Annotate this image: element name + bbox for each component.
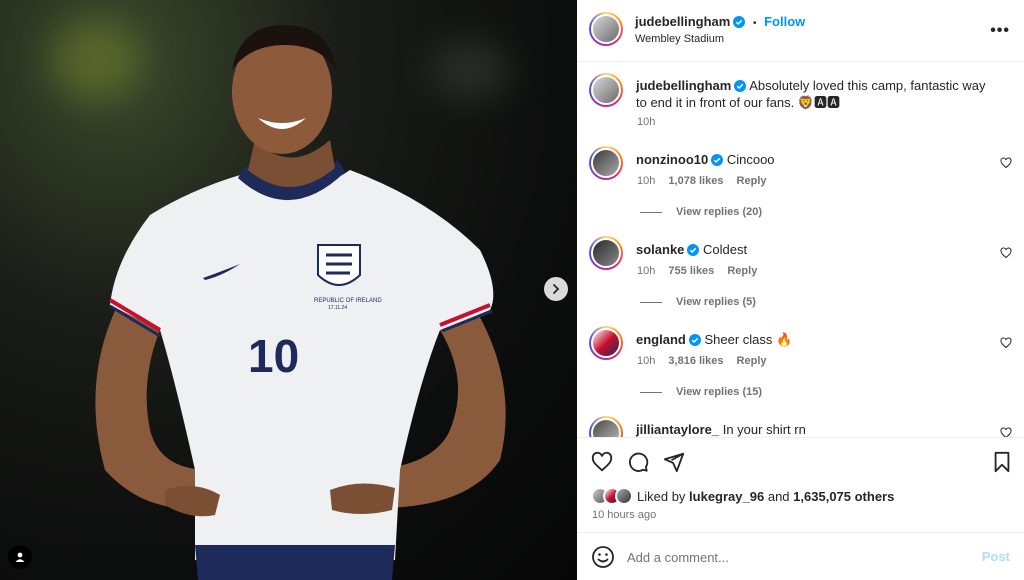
- player-photo: REPUBLIC OF IRELAND 17.11.24 10: [95, 25, 506, 580]
- comment-avatar[interactable]: [589, 416, 623, 437]
- post-comment-button[interactable]: Post: [982, 549, 1010, 564]
- comment-avatar[interactable]: [589, 326, 623, 360]
- comment-icon[interactable]: [627, 451, 649, 473]
- post-actions: Liked by lukegray_96 and 1,635,075 other…: [577, 437, 1024, 532]
- comment-text: Cincooo: [726, 152, 775, 167]
- liked-by-and: and: [767, 489, 790, 504]
- shorts: [195, 545, 395, 580]
- view-replies-label: View replies (20): [676, 206, 763, 218]
- next-arrow-icon: [553, 284, 560, 294]
- replies-line: [640, 301, 662, 303]
- view-replies-button[interactable]: View replies (20): [640, 206, 762, 218]
- separator-dot: •: [752, 18, 757, 29]
- comment: nonzinoo10 Cincooo: [636, 151, 996, 168]
- comment-likes[interactable]: 755 likes: [668, 265, 714, 277]
- comment-time: 10h: [637, 265, 656, 277]
- liked-by-prefix: Liked by: [637, 489, 686, 504]
- verified-icon: [733, 16, 746, 28]
- comment-username[interactable]: england: [636, 332, 686, 347]
- comment-composer: Post: [577, 532, 1024, 580]
- post-side-panel: judebellingham • Follow Wembley Stadium …: [577, 0, 1024, 580]
- comment-input[interactable]: [627, 546, 957, 568]
- kit-match-date: 17.11.24: [328, 305, 347, 311]
- liked-by-user[interactable]: lukegray_96: [689, 489, 764, 504]
- share-icon[interactable]: [663, 451, 685, 473]
- comment-likes[interactable]: 1,078 likes: [668, 175, 723, 187]
- emoji-icon[interactable]: [591, 545, 615, 569]
- more-icon: •••: [990, 22, 1010, 39]
- comment-username[interactable]: jilliantaylore_: [636, 422, 719, 437]
- like-comment-heart-icon[interactable]: [1000, 427, 1012, 437]
- post-header: judebellingham • Follow Wembley Stadium …: [577, 0, 1024, 62]
- replies-line: [640, 391, 662, 393]
- view-replies-button[interactable]: View replies (5): [640, 296, 756, 308]
- like-comment-heart-icon[interactable]: [1000, 247, 1012, 259]
- tagged-users-button[interactable]: [8, 545, 32, 569]
- caption-time: 10h: [637, 116, 656, 128]
- comment-avatar[interactable]: [589, 146, 623, 180]
- avatar: [615, 487, 633, 505]
- post-location[interactable]: Wembley Stadium: [635, 33, 724, 45]
- view-replies-label: View replies (5): [676, 296, 756, 308]
- comment-username[interactable]: nonzinoo10: [636, 152, 708, 167]
- comment: england Sheer class 🔥: [636, 331, 996, 348]
- follow-button[interactable]: Follow: [764, 14, 805, 29]
- comment: solanke Coldest: [636, 241, 996, 258]
- comment-likes[interactable]: 3,816 likes: [668, 355, 723, 367]
- post-modal: REPUBLIC OF IRELAND 17.11.24 10 judebell…: [0, 0, 1024, 580]
- like-comment-heart-icon[interactable]: [1000, 337, 1012, 349]
- view-replies-button[interactable]: View replies (15): [640, 386, 762, 398]
- liked-by-others[interactable]: 1,635,075 others: [793, 489, 894, 504]
- verified-icon: [711, 154, 724, 166]
- post-caption: judebellingham Absolutely loved this cam…: [636, 77, 996, 111]
- comment-time: 10h: [637, 175, 656, 187]
- author-avatar[interactable]: [589, 12, 623, 46]
- save-icon[interactable]: [992, 451, 1012, 473]
- author-username[interactable]: judebellingham: [635, 14, 730, 29]
- liked-by-avatars[interactable]: [591, 487, 637, 505]
- comments-list[interactable]: judebellingham Absolutely loved this cam…: [577, 63, 1024, 437]
- comment-meta: 10h 755 likes Reply: [637, 265, 767, 277]
- verified-icon: [688, 334, 701, 346]
- like-comment-heart-icon[interactable]: [1000, 157, 1012, 169]
- comment-meta: 10h 1,078 likes Reply: [637, 175, 777, 187]
- more-options-button[interactable]: •••: [990, 22, 1010, 40]
- reply-button[interactable]: Reply: [727, 265, 757, 277]
- verified-icon: [687, 244, 700, 256]
- post-timestamp[interactable]: 10 hours ago: [592, 509, 656, 521]
- reply-button[interactable]: Reply: [737, 175, 767, 187]
- next-arrow-button[interactable]: [544, 277, 568, 301]
- tagged-user-icon: [15, 552, 25, 562]
- view-replies-label: View replies (15): [676, 386, 763, 398]
- liked-by-summary: Liked by lukegray_96 and 1,635,075 other…: [637, 489, 894, 504]
- reply-button[interactable]: Reply: [737, 355, 767, 367]
- caption-avatar[interactable]: [589, 73, 623, 107]
- caption-username[interactable]: judebellingham: [636, 78, 731, 93]
- verified-icon: [734, 80, 747, 92]
- caption-meta: 10h: [637, 116, 665, 128]
- heart-icon[interactable]: [591, 451, 613, 473]
- comment-text: Coldest: [703, 242, 748, 257]
- comment-time: 10h: [637, 355, 656, 367]
- comment-text: In your shirt rn: [722, 422, 806, 437]
- post-media[interactable]: REPUBLIC OF IRELAND 17.11.24 10: [0, 0, 577, 580]
- comment-username[interactable]: solanke: [636, 242, 684, 257]
- replies-line: [640, 211, 662, 213]
- kit-match-text: REPUBLIC OF IRELAND: [314, 298, 382, 304]
- shirt-number: 10: [248, 330, 299, 382]
- comment-meta: 10h 3,816 likes Reply: [637, 355, 777, 367]
- comment: jilliantaylore_ In your shirt rn: [636, 421, 996, 437]
- comment-avatar[interactable]: [589, 236, 623, 270]
- comment-text: Sheer class 🔥: [704, 332, 793, 347]
